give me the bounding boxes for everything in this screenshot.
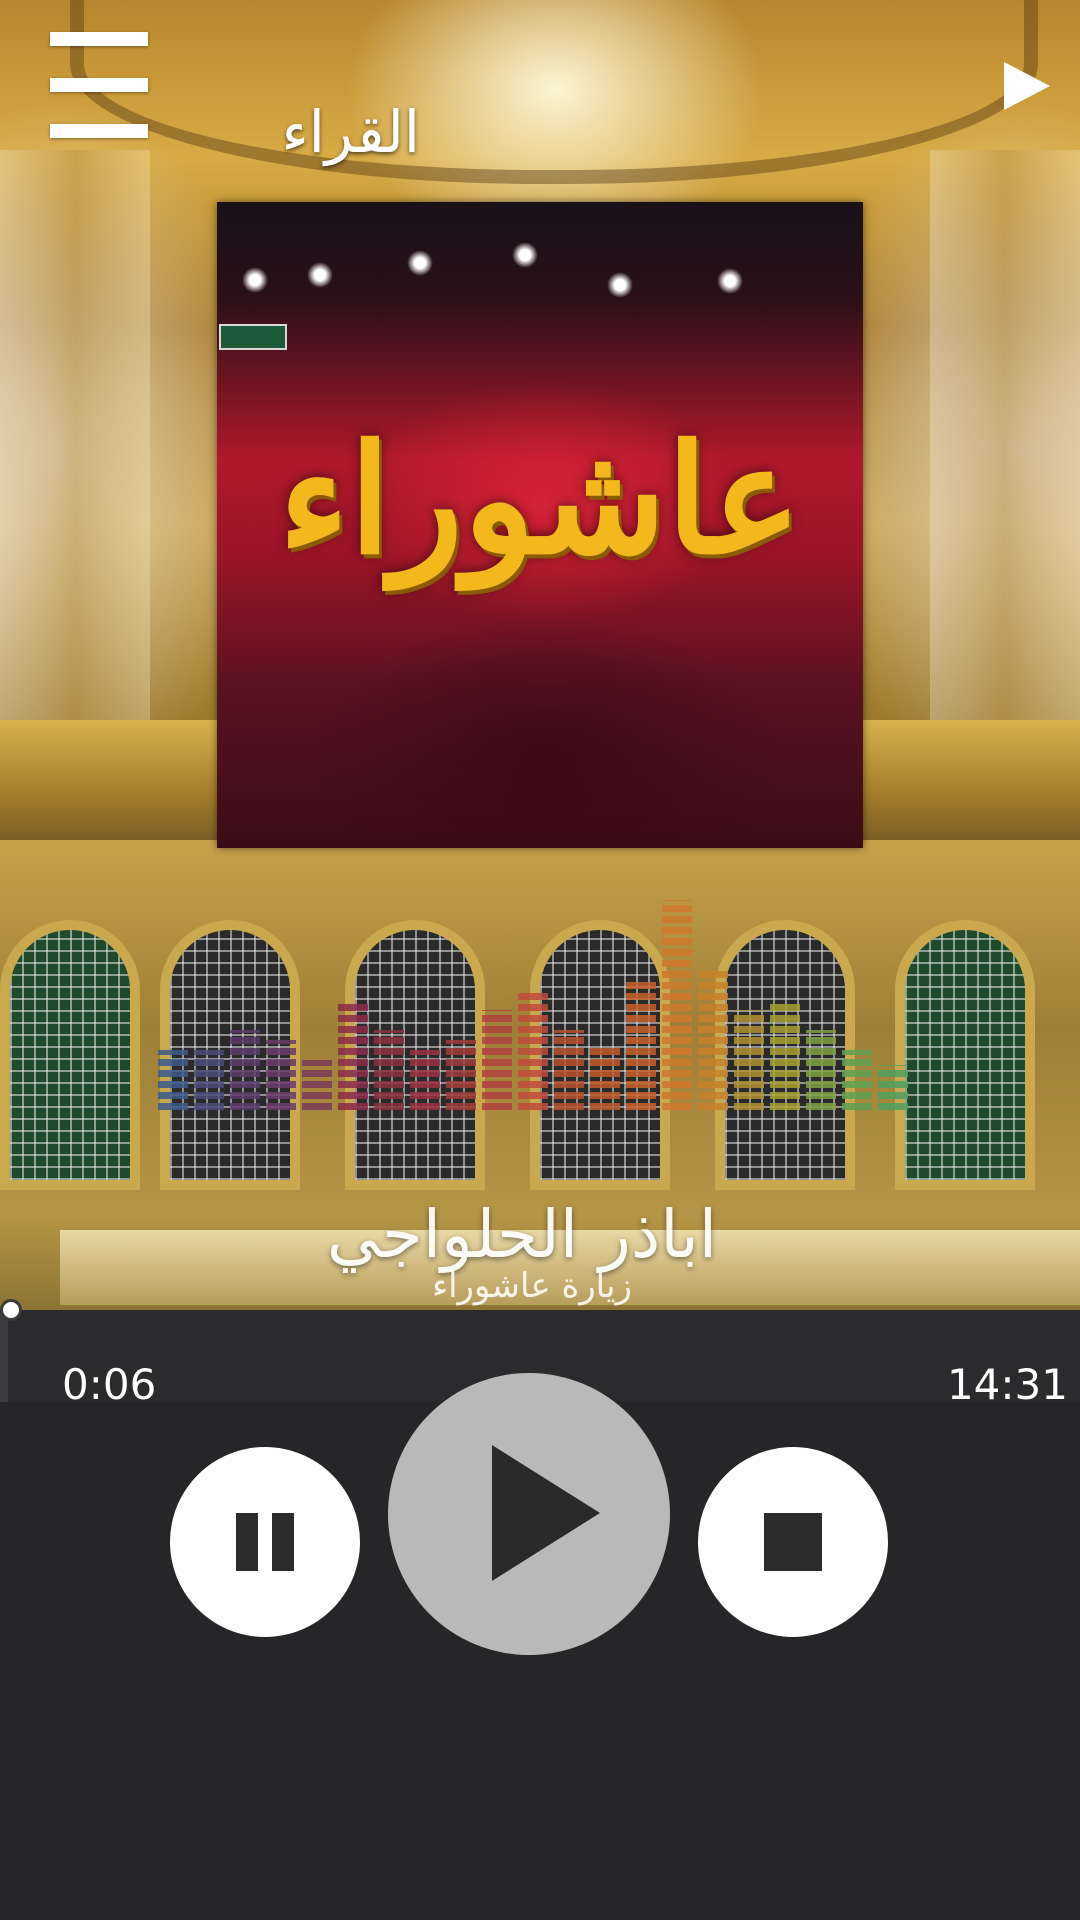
pause-icon [236, 1513, 294, 1571]
album-title-art: عاشوراء [278, 412, 802, 588]
album-cover-image: عاشوراء [217, 202, 863, 848]
play-icon [492, 1445, 600, 1581]
total-duration: 14:31 [946, 1360, 1068, 1409]
stop-button[interactable] [698, 1447, 888, 1637]
pause-button[interactable] [170, 1447, 360, 1637]
elapsed-time: 0:06 [62, 1360, 157, 1409]
seek-thumb[interactable] [0, 1299, 22, 1321]
track-artist: اباذر الحلواجي [326, 1196, 718, 1273]
track-name: زيارة عاشوراء [432, 1266, 632, 1306]
menu-button[interactable] [50, 32, 148, 152]
share-play-icon[interactable] [1004, 62, 1050, 110]
stop-icon [764, 1513, 822, 1571]
player-screen: القراء عاشوراء اباذر الحلواجي زيارة عاشو… [0, 0, 1080, 1920]
equalizer-visualizer [158, 830, 928, 1110]
page-title: القراء [281, 98, 420, 166]
play-button[interactable] [388, 1373, 670, 1655]
seek-progress [0, 1310, 8, 1402]
